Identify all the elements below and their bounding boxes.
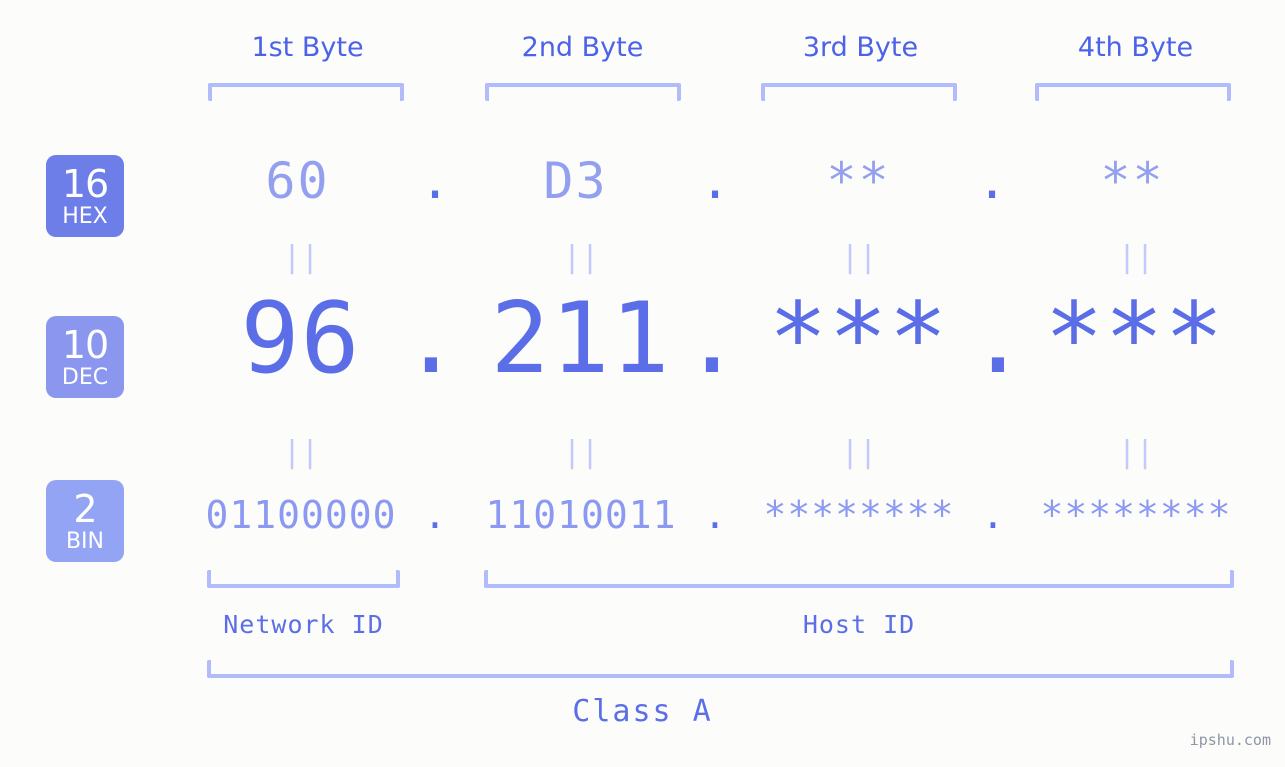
dec-separator-2: . (682, 282, 742, 396)
equality-marker-7: || (840, 435, 878, 470)
equality-marker-3: || (840, 240, 878, 275)
hex-octet-1: 60 (265, 152, 330, 210)
dec-octet-2: 211 (490, 282, 671, 396)
base-badge-hex: 16 HEX (46, 155, 124, 237)
bin-separator-1: . (423, 493, 447, 537)
bin-octet-4: ******** (1040, 493, 1232, 537)
bin-octet-1: 01100000 (205, 493, 397, 537)
dec-octet-1: 96 (240, 282, 361, 396)
dec-octet-4: *** (1044, 282, 1225, 396)
byte-header-1: 1st Byte (251, 32, 364, 63)
host-id-label: Host ID (802, 610, 916, 639)
base-badge-hex-abbr: HEX (62, 203, 108, 229)
byte-bracket-4 (1035, 83, 1231, 101)
base-badge-bin-number: 2 (73, 486, 97, 531)
equality-marker-2: || (562, 240, 600, 275)
byte-header-4: 4th Byte (1077, 32, 1194, 63)
ip-address-breakdown-diagram: 1st Byte 2nd Byte 3rd Byte 4th Byte 16 H… (0, 0, 1285, 767)
hex-separator-1: . (419, 152, 451, 210)
base-badge-hex-number: 16 (61, 161, 109, 206)
network-id-label: Network ID (223, 610, 384, 639)
byte-header-3: 3rd Byte (802, 32, 919, 63)
bin-octet-2: 11010011 (485, 493, 677, 537)
network-id-bracket (207, 570, 400, 588)
base-badge-bin: 2 BIN (46, 480, 124, 562)
host-id-bracket (484, 570, 1234, 588)
hex-octet-2: D3 (543, 152, 608, 210)
byte-bracket-1 (208, 83, 404, 101)
dec-separator-1: . (401, 282, 461, 396)
class-bracket (207, 660, 1234, 678)
base-badge-dec-abbr: DEC (61, 364, 109, 390)
equality-marker-5: || (282, 435, 320, 470)
base-badge-dec-number: 10 (61, 322, 109, 367)
hex-separator-3: . (976, 152, 1008, 210)
dec-octet-3: *** (768, 282, 949, 396)
equality-marker-8: || (1117, 435, 1155, 470)
base-badge-dec: 10 DEC (46, 316, 124, 398)
bin-separator-2: . (703, 493, 727, 537)
equality-marker-1: || (282, 240, 320, 275)
byte-bracket-2 (485, 83, 681, 101)
hex-octet-3: ** (826, 152, 891, 210)
hex-separator-2: . (699, 152, 731, 210)
hex-octet-4: ** (1100, 152, 1165, 210)
bin-octet-3: ******** (763, 493, 955, 537)
byte-header-2: 2nd Byte (521, 32, 644, 63)
base-badge-bin-abbr: BIN (65, 528, 105, 554)
bin-separator-3: . (981, 493, 1005, 537)
equality-marker-6: || (562, 435, 600, 470)
equality-marker-4: || (1117, 240, 1155, 275)
site-watermark: ipshu.com (1189, 731, 1271, 749)
byte-bracket-3 (761, 83, 957, 101)
class-label: Class A (572, 694, 713, 729)
